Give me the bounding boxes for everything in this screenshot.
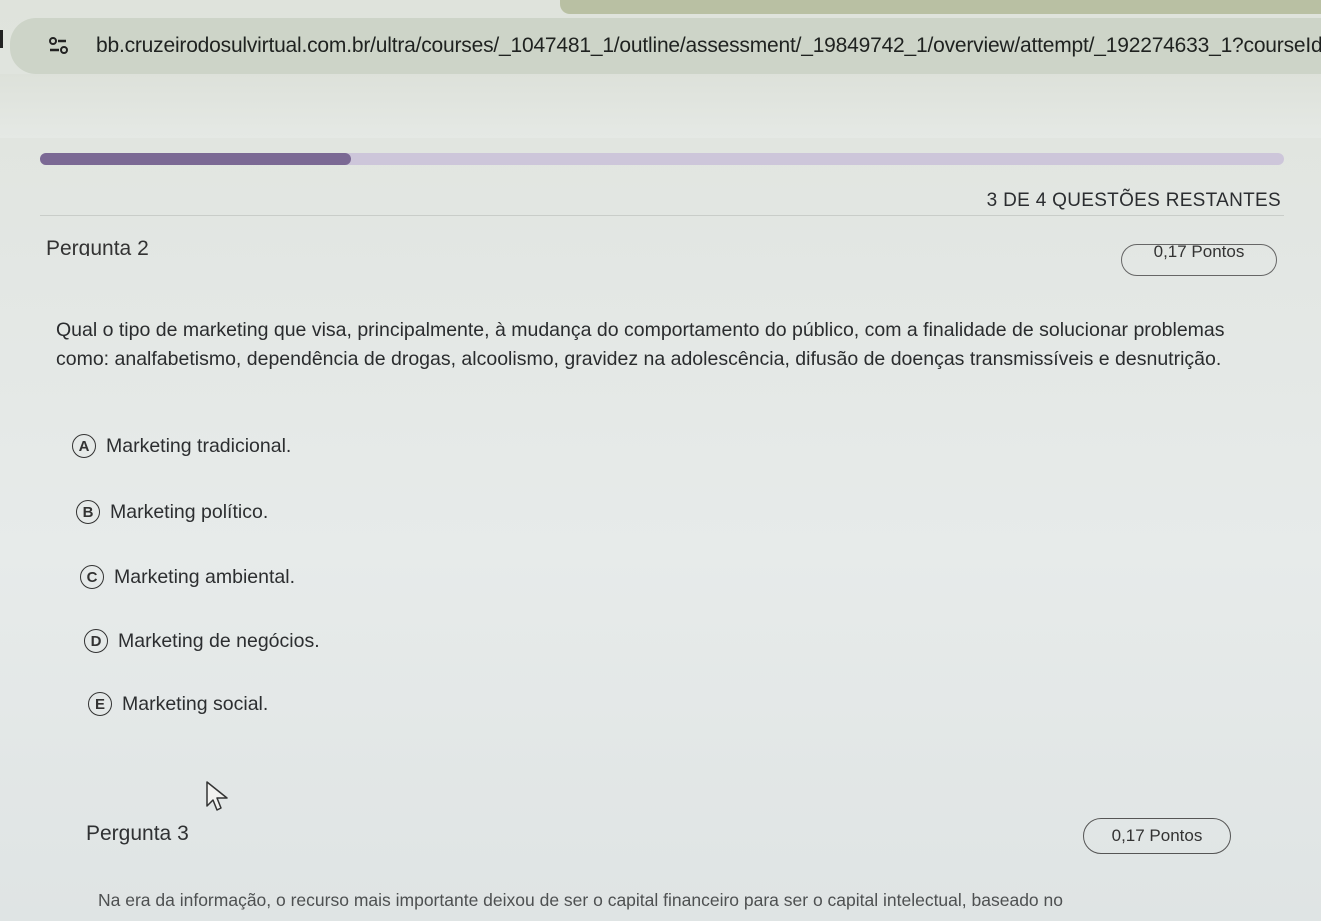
next-question-text: Na era da informação, o recurso mais imp… — [98, 890, 1063, 910]
address-bar[interactable]: bb.cruzeirodosulvirtual.com.br/ultra/cou… — [10, 18, 1321, 74]
option-letter: D — [84, 629, 108, 653]
option-a[interactable]: A Marketing tradicional. — [72, 434, 291, 458]
option-letter: E — [88, 692, 112, 716]
progress-bar — [40, 153, 1284, 165]
question-text: Qual o tipo de marketing que visa, princ… — [56, 319, 1225, 370]
option-letter: A — [72, 434, 96, 458]
option-letter: C — [80, 565, 104, 589]
option-c[interactable]: C Marketing ambiental. — [80, 565, 295, 589]
tune-icon[interactable] — [48, 37, 70, 59]
next-question-points-badge: 0,17 Pontos — [1083, 818, 1231, 854]
option-d[interactable]: D Marketing de negócios. — [84, 629, 320, 653]
question-points-badge: 0,17 Pontos — [1121, 244, 1277, 276]
option-label: Marketing político. — [110, 500, 269, 523]
option-label: Marketing de negócios. — [118, 629, 320, 652]
divider — [40, 215, 1284, 216]
option-e[interactable]: E Marketing social. — [88, 692, 268, 716]
question-title: Pergunta 2 — [46, 237, 149, 256]
tab-edge — [0, 30, 3, 48]
option-letter: B — [76, 500, 100, 524]
url-text[interactable]: bb.cruzeirodosulvirtual.com.br/ultra/cou… — [96, 34, 1321, 58]
option-label: Marketing ambiental. — [114, 565, 296, 588]
next-question-title: Pergunta 3 — [86, 822, 189, 845]
option-label: Marketing tradicional. — [106, 434, 292, 457]
page-header-band — [0, 74, 1321, 138]
browser-tab-strip — [560, 0, 1321, 14]
questions-remaining-label: 3 DE 4 QUESTÕES RESTANTES — [986, 190, 1281, 211]
mouse-pointer-icon — [205, 780, 233, 816]
question-points-label: 0,17 Pontos — [1153, 244, 1245, 261]
option-label: Marketing social. — [122, 692, 269, 715]
next-question-points-label: 0,17 Pontos — [1111, 826, 1203, 845]
option-b[interactable]: B Marketing político. — [76, 500, 268, 524]
progress-fill — [40, 153, 351, 165]
